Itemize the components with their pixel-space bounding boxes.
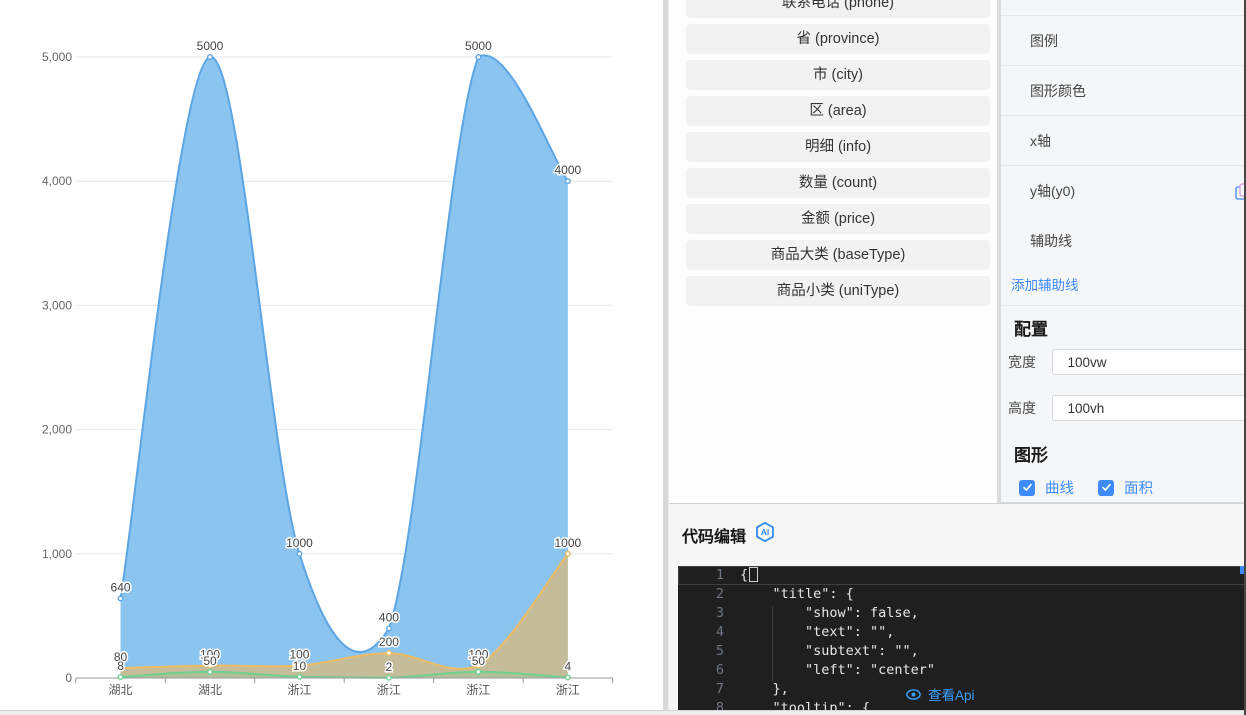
svg-text:浙江: 浙江 [377, 683, 401, 697]
checkbox-label: 曲线 [1045, 477, 1074, 498]
line-content: { [724, 566, 758, 585]
svg-text:3,000: 3,000 [42, 298, 72, 312]
config-row-label: y轴(y0) [1030, 181, 1075, 201]
config-row[interactable]: x轴 [1001, 116, 1246, 166]
code-editor-title: 代码编辑 [682, 523, 746, 547]
field-pill[interactable]: 金额 (price) [686, 204, 990, 234]
svg-text:湖北: 湖北 [109, 682, 133, 697]
svg-text:浙江: 浙江 [556, 683, 580, 697]
fields-list: 联系电话 (phone) 省 (province) 市 (city) 区 (area)… [686, 0, 990, 306]
code-line[interactable]: 6 "left": "center" [678, 661, 1246, 680]
config-separator [1001, 305, 1246, 306]
field-pill[interactable]: 数量 (count) [686, 168, 990, 198]
line-number: 7 [678, 680, 724, 699]
checkbox-checked-icon[interactable] [1019, 480, 1035, 496]
config-row-clipped [1001, 0, 1246, 16]
svg-text:10: 10 [293, 659, 307, 673]
line-number: 6 [678, 661, 724, 680]
text-cursor [749, 567, 758, 582]
config-row[interactable]: 辅助线 [1001, 216, 1246, 266]
svg-text:浙江: 浙江 [466, 683, 490, 697]
svg-text:1000: 1000 [286, 536, 313, 550]
line-content: }, [724, 680, 789, 699]
svg-text:400: 400 [379, 610, 399, 624]
eye-icon [906, 689, 921, 700]
code-line[interactable]: 3 "show": false, [678, 604, 1246, 623]
config-panel: 图例图形颜色 x轴 y轴(y0) 辅助线 添加辅助线 配置 宽度 高度 图形 曲线 面积 [1001, 0, 1246, 503]
line-number: 4 [678, 623, 724, 642]
svg-text:5,000: 5,000 [42, 50, 72, 64]
config-row[interactable]: y轴(y0) [1001, 166, 1246, 216]
svg-text:8: 8 [117, 659, 124, 673]
ai-assistant-icon[interactable]: AI [754, 521, 776, 548]
svg-text:200: 200 [379, 635, 399, 649]
chart-preview-pane[interactable]: 0 1,000 2,000 3,000 4,000 5,000 湖北 湖北 浙江 浙江 浙江 浙江 64… [0, 0, 663, 715]
line-content: "subtext": "", [724, 642, 919, 661]
svg-text:浙江: 浙江 [287, 683, 311, 697]
height-label: 高度 [1008, 398, 1047, 418]
line-content: "show": false, [724, 604, 919, 623]
config-rows: 图例图形颜色 x轴 y轴(y0) 辅助线 [1001, 16, 1246, 266]
line-number: 5 [678, 642, 724, 661]
code-line[interactable]: 5 "subtext": "", [678, 642, 1246, 661]
code-line[interactable]: 2 "title": { [678, 585, 1246, 604]
config-row-label: 图形颜色 [1030, 81, 1086, 101]
svg-text:50: 50 [203, 654, 217, 668]
shape-checkboxes: 曲线 面积 [1019, 477, 1153, 498]
line-number: 2 [678, 585, 724, 604]
svg-text:1000: 1000 [555, 536, 582, 550]
svg-text:4: 4 [565, 660, 572, 674]
svg-text:0: 0 [65, 671, 72, 685]
checkbox-label: 面积 [1124, 477, 1153, 498]
view-api-link[interactable]: 查看Api [906, 684, 975, 704]
add-guideline-link[interactable]: 添加辅助线 [1011, 274, 1079, 294]
width-label: 宽度 [1008, 352, 1047, 372]
field-pill[interactable]: 商品大类 (baseType) [686, 240, 990, 270]
field-pill[interactable]: 明细 (info) [686, 132, 990, 162]
svg-text:2: 2 [386, 660, 393, 674]
svg-text:50: 50 [472, 654, 486, 668]
line-content: "left": "center" [724, 661, 935, 680]
config-section-title: 配置 [1014, 315, 1048, 340]
line-number: 3 [678, 604, 724, 623]
shape-checkbox-item[interactable]: 曲线 [1019, 477, 1074, 498]
fields-panel: 联系电话 (phone) 省 (province) 市 (city) 区 (area)… [669, 0, 997, 503]
checkbox-checked-icon[interactable] [1098, 480, 1114, 496]
shape-section-title: 图形 [1014, 441, 1048, 466]
line-content: "title": { [724, 585, 854, 604]
horizontal-scrollbar-track[interactable] [0, 710, 1246, 715]
svg-text:1,000: 1,000 [42, 547, 72, 561]
field-pill[interactable]: 联系电话 (phone) [686, 0, 990, 18]
line-number: 1 [678, 566, 724, 585]
svg-text:640: 640 [111, 581, 131, 595]
code-line[interactable]: 1{ [678, 566, 1246, 585]
svg-text:2,000: 2,000 [42, 423, 72, 437]
config-row-label: x轴 [1030, 131, 1051, 151]
chart-svg[interactable]: 0 1,000 2,000 3,000 4,000 5,000 湖北 湖北 浙江 浙江 浙江 浙江 64… [0, 0, 663, 715]
svg-text:湖北: 湖北 [198, 682, 222, 697]
field-pill[interactable]: 省 (province) [686, 24, 990, 54]
indent-guide [772, 606, 773, 681]
line-content: "text": "", [724, 623, 894, 642]
svg-text:5000: 5000 [465, 39, 492, 53]
chart-builder-app: 01,0002,0003,0004,0005,000湖北湖北浙江浙江浙江浙江64… [0, 0, 1246, 715]
config-row[interactable]: 图形颜色 [1001, 66, 1246, 116]
config-row-label: 图例 [1030, 31, 1058, 51]
height-input[interactable] [1052, 395, 1246, 421]
field-pill[interactable]: 区 (area) [686, 96, 990, 126]
field-pill[interactable]: 市 (city) [686, 60, 990, 90]
code-line[interactable]: 4 "text": "", [678, 623, 1246, 642]
code-section: 代码编辑 AI 1{2 "title": {3 "show": false,4 … [669, 503, 1246, 710]
shape-checkbox-item[interactable]: 面积 [1098, 477, 1153, 498]
svg-text:4,000: 4,000 [42, 174, 72, 188]
field-pill[interactable]: 商品小类 (uniType) [686, 276, 990, 306]
config-row-label: 辅助线 [1030, 231, 1072, 251]
code-editor[interactable]: 1{2 "title": {3 "show": false,4 "text": … [678, 566, 1246, 711]
svg-text:5000: 5000 [197, 39, 224, 53]
width-input[interactable] [1052, 349, 1246, 375]
svg-text:4000: 4000 [555, 163, 582, 177]
svg-text:AI: AI [761, 527, 770, 537]
config-row[interactable]: 图例 [1001, 16, 1246, 66]
